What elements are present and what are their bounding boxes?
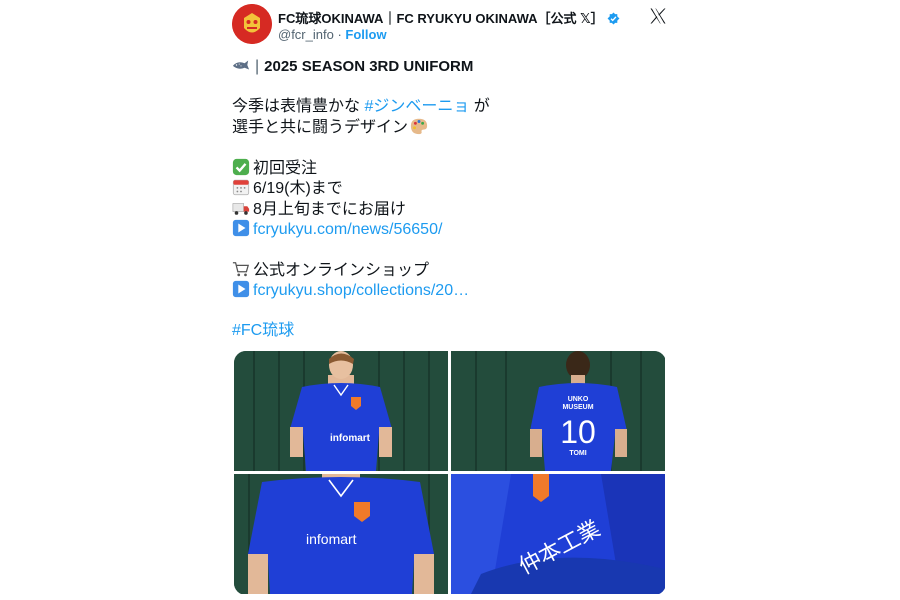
tweet-card: FC琉球OKINAWA｜FC RYUKYU OKINAWA［公式 𝕏］ @fcr… [232, 0, 668, 600]
hashtag-jinbeinho-link[interactable]: #ジンベーニョ [364, 98, 469, 115]
post-title: 2025 SEASON 3RD UNIFORM [264, 58, 474, 75]
photo-back-view[interactable]: UNKO MUSEUM 10 TOMI [451, 351, 665, 471]
deadline-text: 6/19(木)まで [253, 180, 343, 197]
hashtag-fcryukyu-link[interactable]: #FC琉球 [232, 322, 294, 339]
delivery-line: 8月上旬までにお届け [232, 199, 668, 220]
account-sub: @fcr_info · Follow [278, 27, 387, 42]
photo-front-closeup[interactable]: infomart [234, 474, 448, 594]
title-line: | 2025 SEASON 3RD UNIFORM [232, 56, 668, 77]
shop-label: 公式オンラインショップ [253, 261, 430, 279]
photo-sleeve-closeup[interactable]: 仲本工業 [451, 474, 665, 594]
intro-text: 今季は表情豊かな [232, 97, 365, 115]
check-mark-icon [232, 158, 250, 175]
sponsor-text: infomart [330, 433, 371, 444]
player-name: TOMI [569, 450, 586, 457]
back-sponsor-1: UNKO [568, 396, 589, 403]
shop-link-line: fcryukyu.shop/collections/20… [232, 280, 668, 301]
calendar-icon [232, 179, 250, 196]
x-logo-icon[interactable] [648, 6, 668, 26]
palette-icon [410, 118, 428, 135]
avatar[interactable] [232, 4, 272, 44]
delivery-text: 8月上旬までにお届け [253, 200, 406, 218]
intro-text-2: 選手と共に闘うデザイン [232, 119, 409, 136]
follow-button[interactable]: Follow [345, 27, 386, 42]
play-button-icon [232, 280, 250, 298]
media-grid: infomart UNKO MUSEUM 10 TOMI infomart 仲本… [234, 351, 666, 595]
photo-front-view[interactable]: infomart [234, 351, 448, 471]
order-line: 初回受注 [232, 158, 668, 179]
play-button-icon [232, 219, 250, 237]
separator: · [337, 27, 342, 42]
news-link-line: fcryukyu.com/news/56650/ [232, 219, 668, 240]
hashtag-line: #FC琉球 [232, 321, 668, 342]
whale-shark-icon [232, 60, 250, 70]
order-heading: 初回受注 [253, 159, 318, 177]
back-sponsor-2: MUSEUM [562, 404, 593, 411]
shop-line: 公式オンラインショップ [232, 260, 668, 281]
sponsor-text-closeup: infomart [306, 531, 357, 547]
title-divider: | [255, 58, 260, 75]
jersey-number: 10 [560, 414, 596, 450]
account-name[interactable]: FC琉球OKINAWA｜FC RYUKYU OKINAWA［公式 𝕏］ [278, 8, 620, 27]
intro-line-2: 選手と共に闘うデザイン [232, 117, 668, 138]
display-name[interactable]: FC琉球OKINAWA｜FC RYUKYU OKINAWA［公式 𝕏］ [278, 11, 604, 26]
shopping-cart-icon [232, 261, 250, 276]
deadline-line: 6/19(木)まで [232, 178, 668, 199]
handle[interactable]: @fcr_info [278, 27, 334, 42]
intro-line-1: 今季は表情豊かな #ジンベーニョ が [232, 97, 668, 118]
news-link[interactable]: fcryukyu.com/news/56650/ [253, 221, 442, 238]
delivery-truck-icon [232, 202, 250, 215]
intro-suffix: が [469, 97, 490, 115]
tweet-body: | 2025 SEASON 3RD UNIFORM 今季は表情豊かな #ジンベーニ… [232, 56, 668, 341]
verified-badge-icon [607, 12, 620, 25]
shop-link[interactable]: fcryukyu.shop/collections/20… [253, 282, 469, 299]
